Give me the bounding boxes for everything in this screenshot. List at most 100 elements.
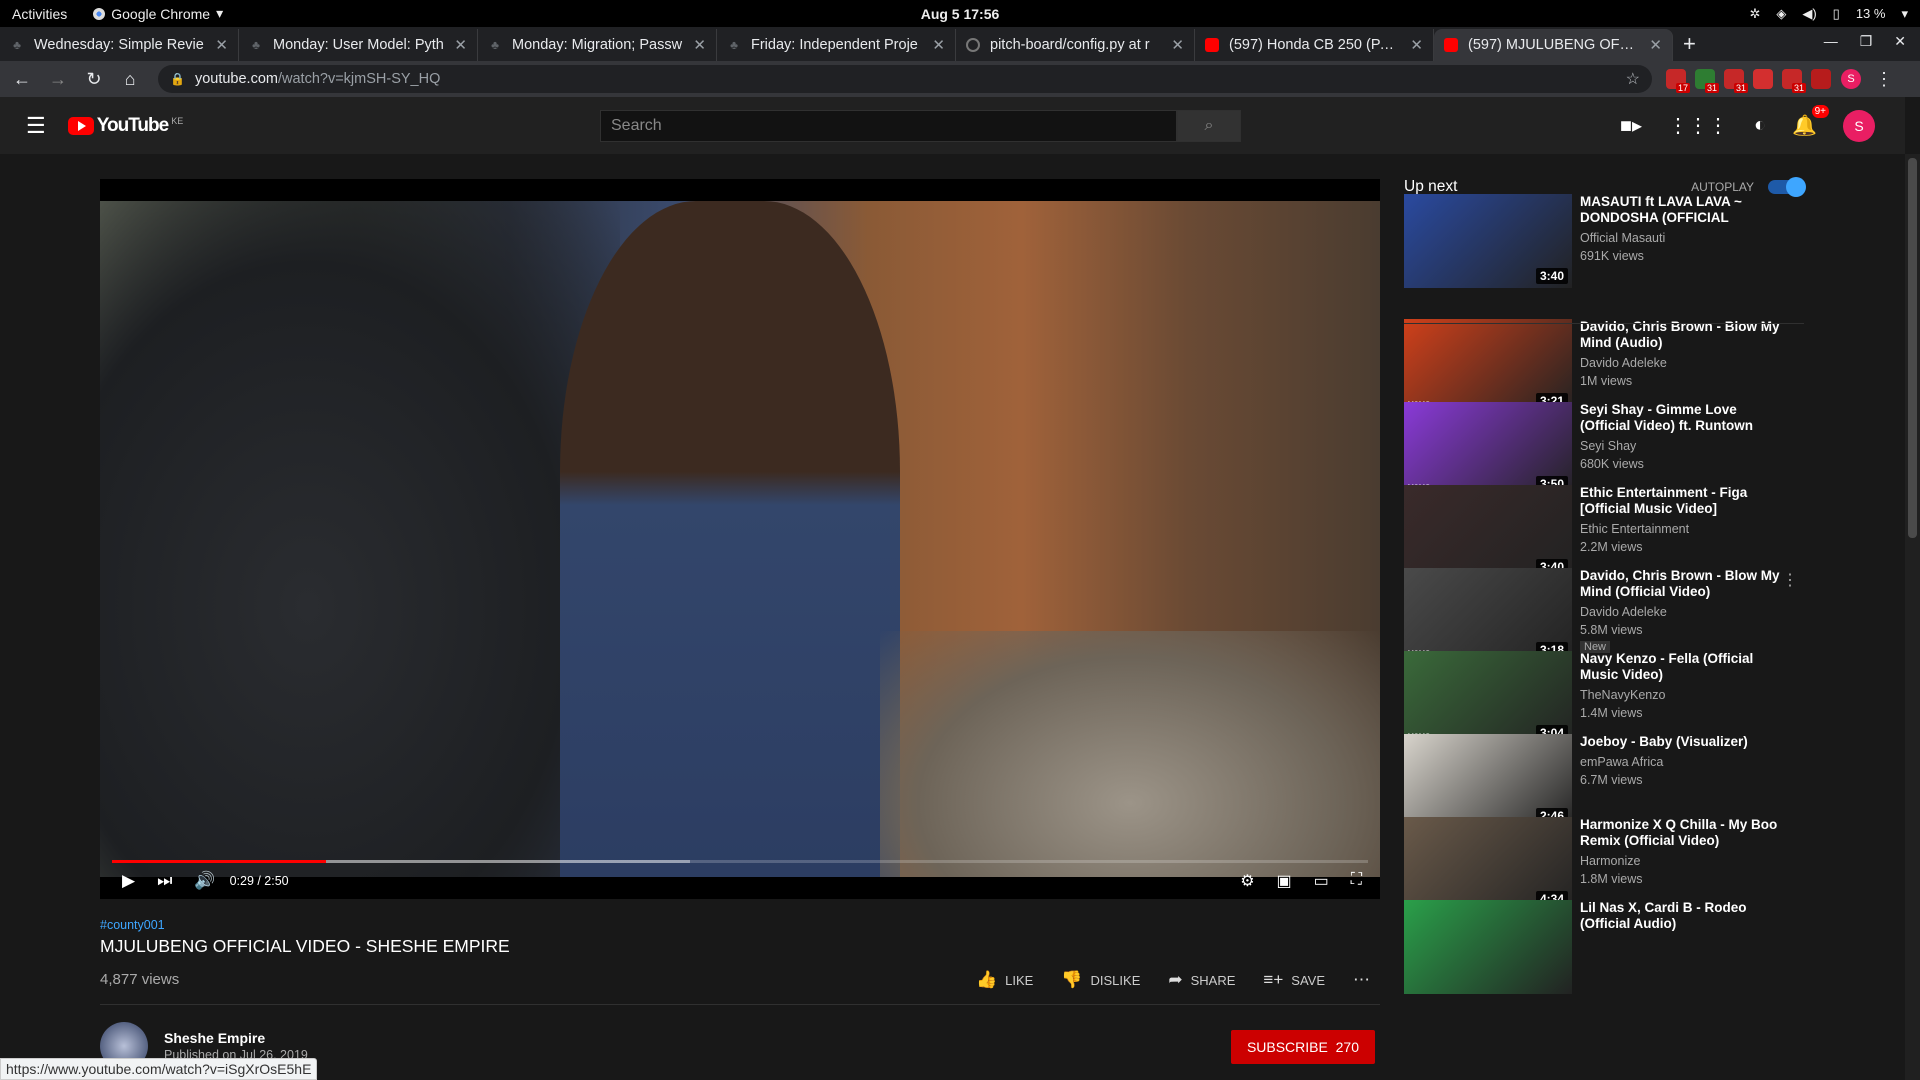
video-title-link[interactable]: MASAUTI ft LAVA LAVA ~ DONDOSHA (OFFICIA…: [1580, 194, 1780, 226]
extension-icon[interactable]: [1811, 69, 1831, 89]
up-next-item[interactable]: 3:21vevoDavido, Chris Brown - Blow My Mi…: [1404, 319, 1804, 413]
browser-tab[interactable]: (597) Honda CB 250 (PART ✕: [1195, 29, 1434, 61]
hashtag-link[interactable]: #county001: [100, 918, 1380, 932]
close-tab-icon[interactable]: ✕: [1649, 36, 1662, 54]
up-next-item[interactable]: 2:46 Joeboy - Baby (Visualizer) emPawa Afr…: [1404, 734, 1804, 828]
bookmark-star-icon[interactable]: ☆: [1626, 69, 1640, 89]
share-button[interactable]: ➦ SHARE: [1168, 970, 1235, 990]
channel-name[interactable]: emPawa Africa: [1580, 755, 1780, 769]
back-icon[interactable]: ←: [8, 69, 36, 90]
video-thumbnail[interactable]: 3:40: [1404, 485, 1572, 579]
item-menu-icon[interactable]: ⋮: [1782, 570, 1798, 590]
page-scrollbar[interactable]: [1905, 154, 1920, 1080]
close-tab-icon[interactable]: ✕: [454, 36, 467, 54]
video-thumbnail[interactable]: 2:46: [1404, 734, 1572, 828]
close-tab-icon[interactable]: ✕: [693, 36, 706, 54]
restore-icon[interactable]: ❐: [1860, 33, 1873, 50]
miniplayer-icon[interactable]: ▣: [1277, 871, 1292, 891]
video-thumbnail[interactable]: 3:50vevo: [1404, 402, 1572, 496]
like-button[interactable]: 👍 LIKE: [976, 970, 1033, 990]
save-button[interactable]: ≡+ SAVE: [1263, 970, 1325, 990]
home-icon[interactable]: ⌂: [116, 69, 144, 90]
video-title-link[interactable]: Lil Nas X, Cardi B - Rodeo (Official Aud…: [1580, 900, 1780, 932]
fullscreen-icon[interactable]: ⛶: [1351, 871, 1362, 891]
close-tab-icon[interactable]: ✕: [1410, 36, 1423, 54]
extension-icon[interactable]: [1753, 69, 1773, 89]
scrollbar-thumb[interactable]: [1908, 158, 1917, 538]
close-tab-icon[interactable]: ✕: [932, 36, 945, 54]
dislike-button[interactable]: 👎 DISLIKE: [1061, 970, 1140, 990]
profile-avatar[interactable]: S: [1841, 69, 1861, 89]
search-input[interactable]: Search: [600, 109, 1177, 142]
channel-name[interactable]: Seyi Shay: [1580, 439, 1780, 453]
video-thumbnail[interactable]: 3:04vevo: [1404, 651, 1572, 745]
video-player[interactable]: ▶ ⏭ 🔊 0:29 / 2:50 ⚙ ▣ ▭ ⛶: [100, 179, 1380, 899]
search-button[interactable]: ⌕: [1177, 109, 1241, 142]
browser-tab[interactable]: pitch-board/config.py at r ✕: [956, 29, 1195, 61]
video-title-link[interactable]: Seyi Shay - Gimme Love (Official Video) …: [1580, 402, 1780, 434]
up-next-item[interactable]: 3:50vevoSeyi Shay - Gimme Love (Official…: [1404, 402, 1804, 496]
close-tab-icon[interactable]: ✕: [215, 36, 228, 54]
extension-icon[interactable]: 31: [1695, 69, 1719, 93]
channel-name[interactable]: Davido Adeleke: [1580, 605, 1780, 619]
browser-tab[interactable]: (597) MJULUBENG OFFICI ✕: [1434, 29, 1673, 61]
autoplay-toggle[interactable]: [1768, 177, 1806, 197]
video-thumbnail[interactable]: 3:40: [1404, 194, 1572, 288]
settings-icon[interactable]: ✲: [1749, 6, 1760, 22]
video-thumbnail[interactable]: 3:21vevo: [1404, 319, 1572, 413]
video-title-link[interactable]: Navy Kenzo - Fella (Official Music Video…: [1580, 651, 1780, 683]
video-thumbnail[interactable]: 3:18vevo: [1404, 568, 1572, 662]
channel-name[interactable]: Official Masauti: [1580, 231, 1780, 245]
browser-tab[interactable]: ♣ Monday: Migration; Passw ✕: [478, 29, 717, 61]
close-icon[interactable]: ✕: [1894, 33, 1906, 50]
channel-name[interactable]: Davido Adeleke: [1580, 356, 1780, 370]
app-menu[interactable]: Google Chrome ▾: [93, 5, 223, 22]
settings-gear-icon[interactable]: ⚙: [1240, 871, 1254, 891]
up-next-item[interactable]: 3:40 Ethic Entertainment - Figa [Official…: [1404, 485, 1804, 579]
forward-icon[interactable]: →: [44, 69, 72, 90]
up-next-item[interactable]: Lil Nas X, Cardi B - Rodeo (Official Aud…: [1404, 900, 1804, 994]
notifications-icon[interactable]: 🔔 9+: [1792, 105, 1829, 138]
browser-tab[interactable]: ♣ Friday: Independent Proje ✕: [717, 29, 956, 61]
channel-name[interactable]: Ethic Entertainment: [1580, 522, 1780, 536]
guide-menu-icon[interactable]: ☰: [26, 113, 46, 139]
address-bar[interactable]: 🔒 youtube.com /watch?v=kjmSH-SY_HQ ☆: [158, 65, 1652, 93]
system-tray[interactable]: ✲ ◈ ◀) ▯ 13 % ▾: [1749, 6, 1908, 22]
theater-mode-icon[interactable]: ▭: [1314, 871, 1329, 891]
account-avatar[interactable]: S: [1843, 109, 1875, 142]
lock-icon[interactable]: 🔒: [170, 72, 185, 86]
up-next-item[interactable]: 3:40 MASAUTI ft LAVA LAVA ~ DONDOSHA (OFF…: [1404, 194, 1804, 288]
channel-name[interactable]: Sheshe Empire: [164, 1030, 308, 1046]
video-thumbnail[interactable]: 4:34: [1404, 817, 1572, 911]
up-next-item[interactable]: 3:04vevoNavy Kenzo - Fella (Official Mus…: [1404, 651, 1804, 745]
up-next-item[interactable]: 3:18vevoDavido, Chris Brown - Blow My Mi…: [1404, 568, 1804, 662]
messages-icon[interactable]: ◐: [1754, 114, 1766, 137]
browser-tab[interactable]: ♣ Wednesday: Simple Revie ✕: [0, 29, 239, 61]
more-actions-icon[interactable]: ⋯: [1353, 970, 1370, 990]
chrome-menu-icon[interactable]: ⋮: [1875, 69, 1893, 90]
video-frame[interactable]: [100, 201, 1380, 877]
reload-icon[interactable]: ↻: [80, 69, 108, 90]
create-video-icon[interactable]: ■▸: [1620, 113, 1642, 138]
extension-icon[interactable]: 31: [1724, 69, 1748, 93]
video-title-link[interactable]: Davido, Chris Brown - Blow My Mind (Offi…: [1580, 568, 1780, 600]
extension-icon[interactable]: 31: [1782, 69, 1806, 93]
channel-name[interactable]: Harmonize: [1580, 854, 1780, 868]
new-tab-button[interactable]: +: [1683, 31, 1696, 57]
up-next-item[interactable]: 4:34 Harmonize X Q Chilla - My Boo Remix …: [1404, 817, 1804, 911]
video-thumbnail[interactable]: [1404, 900, 1572, 994]
video-title-link[interactable]: Joeboy - Baby (Visualizer): [1580, 734, 1780, 750]
channel-name[interactable]: TheNavyKenzo: [1580, 688, 1780, 702]
browser-tab[interactable]: ♣ Monday: User Model: Pyth ✕: [239, 29, 478, 61]
video-title-link[interactable]: Harmonize X Q Chilla - My Boo Remix (Off…: [1580, 817, 1780, 849]
apps-grid-icon[interactable]: ⋮⋮⋮: [1668, 113, 1728, 138]
clock[interactable]: Aug 5 17:56: [921, 6, 1000, 22]
subscribe-button[interactable]: SUBSCRIBE 270: [1230, 1030, 1375, 1064]
minimize-icon[interactable]: —: [1824, 33, 1838, 50]
play-icon[interactable]: ▶: [122, 871, 135, 891]
activities-button[interactable]: Activities: [12, 6, 67, 22]
video-title-link[interactable]: Ethic Entertainment - Figa [Official Mus…: [1580, 485, 1780, 517]
youtube-logo[interactable]: YouTube KE: [67, 115, 183, 137]
volume-icon[interactable]: 🔊: [194, 871, 215, 891]
extension-icon[interactable]: 17: [1666, 69, 1690, 93]
